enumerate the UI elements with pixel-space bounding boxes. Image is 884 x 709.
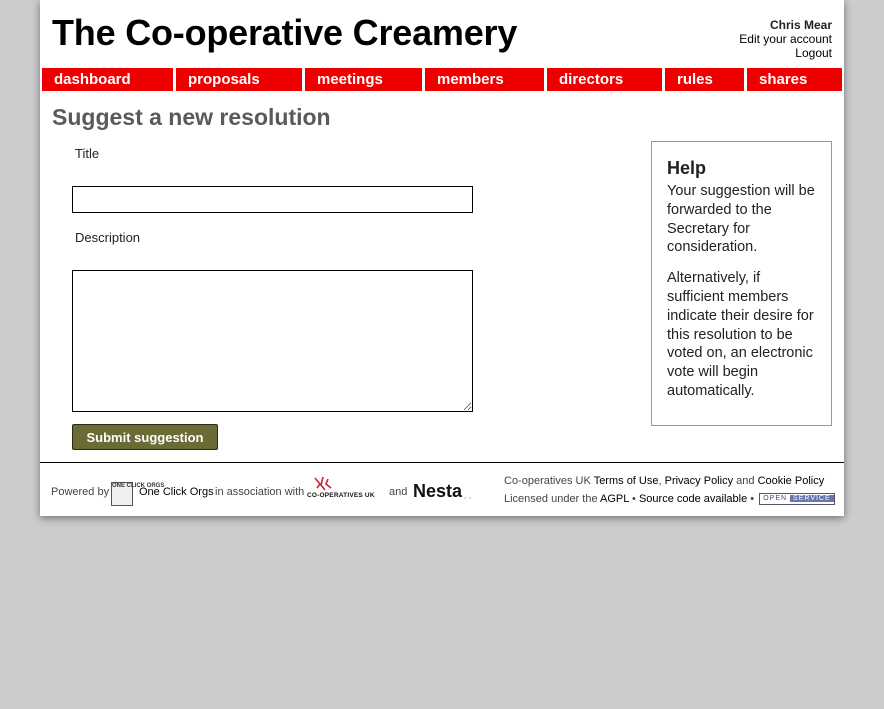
agpl-link[interactable]: AGPL bbox=[600, 493, 629, 505]
open-service-badge[interactable]: OPEN SERVICE bbox=[759, 493, 835, 506]
page-title: Suggest a new resolution bbox=[52, 104, 331, 130]
co-operatives-uk-text: Co-operatives UK bbox=[504, 475, 591, 487]
one-click-orgs-logo[interactable]: ONE CLICK ORGS bbox=[111, 482, 164, 506]
nesta-dots-icon: ·· bbox=[463, 490, 473, 504]
main-nav: dashboard proposals meetings members dir… bbox=[42, 68, 842, 91]
title-input[interactable] bbox=[72, 186, 473, 213]
footer-divider bbox=[40, 462, 844, 463]
and-text: and bbox=[736, 475, 755, 487]
help-paragraph: Your suggestion will be forwarded to the… bbox=[667, 183, 815, 256]
terms-link[interactable]: Terms of Use bbox=[594, 475, 659, 487]
submit-suggestion-button[interactable]: Submit suggestion bbox=[72, 424, 218, 450]
page-container: The Co-operative Creamery Chris Mear Edi… bbox=[40, 0, 844, 516]
co-operatives-uk-logo[interactable]: CO-OPERATIVES UK bbox=[307, 476, 377, 502]
description-label: Description bbox=[75, 230, 141, 245]
help-panel: Help Your suggestion will be forwarded t… bbox=[651, 141, 832, 426]
site-title: The Co-operative Creamery bbox=[52, 12, 518, 53]
nav-tab-rules[interactable]: rules bbox=[665, 68, 744, 91]
title-label: Title bbox=[75, 146, 100, 161]
nav-tab-proposals[interactable]: proposals bbox=[176, 68, 302, 91]
co-operatives-uk-icon bbox=[314, 476, 332, 491]
nesta-logo[interactable]: Nesta bbox=[413, 481, 462, 502]
bullet-text: • bbox=[750, 493, 755, 505]
edit-account-link[interactable]: Edit your account bbox=[739, 32, 832, 46]
help-title: Help bbox=[667, 158, 707, 178]
logout-link[interactable]: Logout bbox=[739, 46, 832, 60]
nav-tab-members[interactable]: members bbox=[425, 68, 544, 91]
one-click-orgs-link[interactable]: One Click Orgs bbox=[139, 486, 214, 498]
co-operatives-uk-logo-text: CO-OPERATIVES UK bbox=[307, 492, 375, 499]
open-service-badge-left: OPEN bbox=[760, 495, 791, 503]
footer-legal: Co-operatives UK Terms of Use, Privacy P… bbox=[504, 472, 835, 508]
nav-tab-dashboard[interactable]: dashboard bbox=[42, 68, 173, 91]
nav-tab-meetings[interactable]: meetings bbox=[305, 68, 422, 91]
powered-by-text: Powered by bbox=[51, 486, 110, 498]
and-text: and bbox=[389, 486, 408, 498]
nav-tab-shares[interactable]: shares bbox=[747, 68, 842, 91]
description-textarea[interactable] bbox=[72, 270, 473, 412]
licensed-text: Licensed under the bbox=[504, 493, 598, 505]
footer-legal-line-2: Licensed under the AGPL • Source code av… bbox=[504, 490, 835, 508]
nav-tab-directors[interactable]: directors bbox=[547, 68, 662, 91]
user-name: Chris Mear bbox=[769, 18, 832, 32]
cookie-link[interactable]: Cookie Policy bbox=[758, 475, 825, 487]
comma-text: , bbox=[658, 475, 662, 487]
footer-legal-line-1: Co-operatives UK Terms of Use, Privacy P… bbox=[504, 472, 835, 490]
source-code-link[interactable]: Source code available bbox=[639, 493, 747, 505]
bullet-text: • bbox=[632, 493, 636, 505]
open-service-badge-right: SERVICE bbox=[790, 495, 834, 503]
privacy-link[interactable]: Privacy Policy bbox=[665, 475, 733, 487]
user-box: Chris Mear Edit your account Logout bbox=[739, 18, 832, 60]
help-paragraph: Alternatively, if sufficient members ind… bbox=[667, 270, 814, 399]
association-text: in association with bbox=[215, 486, 305, 498]
